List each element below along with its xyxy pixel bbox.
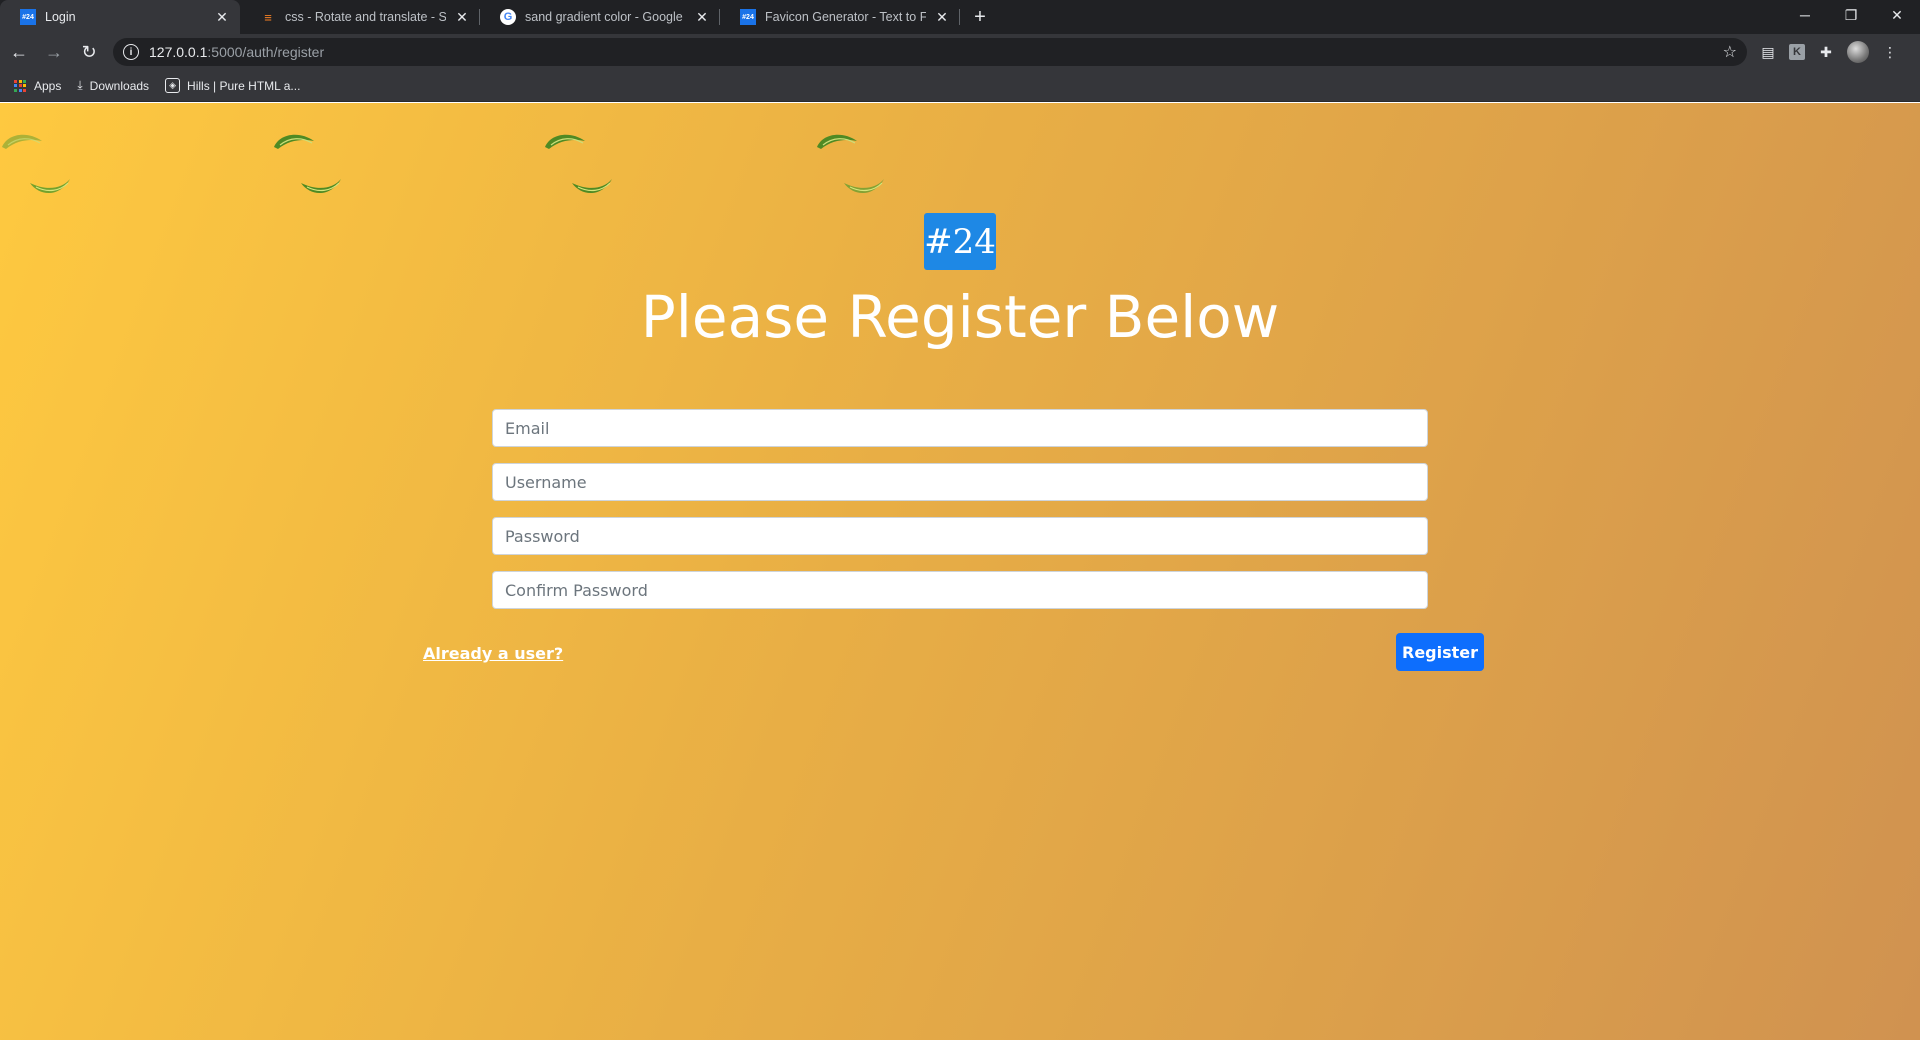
forward-arrow-icon[interactable]: →	[38, 36, 70, 68]
tab-title: Login	[45, 10, 76, 24]
hills-site-icon: ◈	[165, 78, 181, 93]
username-field[interactable]	[492, 463, 1428, 501]
leaf-decoration-icon	[2, 134, 42, 149]
reload-icon[interactable]: ↻	[73, 36, 105, 68]
bookmark-star-icon[interactable]: ☆	[1723, 42, 1737, 62]
tab-separator	[959, 9, 960, 25]
close-tab-icon[interactable]: ✕	[214, 9, 230, 26]
bookmark-label: Apps	[34, 78, 62, 93]
tab-title: sand gradient color - Google Sea	[525, 10, 686, 24]
google-icon: G	[500, 9, 516, 25]
bookmarks-bar: Apps ⤓ Downloads ◈ Hills | Pure HTML a..…	[0, 70, 1920, 102]
apps-grid-icon	[14, 79, 26, 92]
bookmark-downloads[interactable]: ⤓ Downloads	[77, 78, 149, 93]
page-title: Please Register Below	[640, 283, 1280, 351]
tab-title: css - Rotate and translate - Stack	[285, 10, 446, 24]
printer-extension-icon[interactable]: ▤	[1757, 41, 1779, 63]
restore-icon[interactable]: ❐	[1828, 0, 1874, 30]
leaf-decoration-icon	[30, 179, 70, 194]
url-host: 127.0.0.1	[149, 44, 208, 60]
confirm-password-field[interactable]	[492, 571, 1428, 609]
close-tab-icon[interactable]: ✕	[934, 9, 950, 26]
tab-title: Favicon Generator - Text to Favic	[765, 10, 926, 24]
site-logo: #24	[924, 213, 996, 270]
leaf-decoration-icon	[817, 134, 857, 149]
password-field[interactable]	[492, 517, 1428, 555]
leaf-decoration-icon	[301, 179, 341, 194]
tab-stackoverflow[interactable]: ≡ css - Rotate and translate - Stack ✕	[240, 0, 480, 34]
minimize-icon[interactable]: ─	[1782, 0, 1828, 30]
k-extension-icon[interactable]: K	[1789, 44, 1805, 60]
leaf-decoration-icon	[274, 134, 314, 149]
bookmark-label: Hills | Pure HTML a...	[187, 78, 301, 93]
kebab-menu-icon[interactable]: ⋮	[1879, 41, 1901, 63]
download-icon: ⤓	[77, 78, 83, 92]
already-a-user-link[interactable]: Already a user?	[423, 644, 563, 663]
browser-toolbar: ← → ↻ i 127.0.0.1:5000/auth/register ☆ ▤…	[0, 34, 1920, 70]
hash24-favicon-icon: #24	[740, 9, 756, 25]
new-tab-button[interactable]: +	[960, 0, 1000, 34]
puzzle-extensions-icon[interactable]: ✚	[1815, 41, 1837, 63]
bookmark-apps[interactable]: Apps	[14, 79, 61, 93]
url-path: :5000/auth/register	[207, 44, 325, 60]
close-tab-icon[interactable]: ✕	[694, 9, 710, 26]
email-field[interactable]	[492, 409, 1428, 447]
site-info-icon[interactable]: i	[123, 44, 139, 60]
tab-login[interactable]: #24 Login ✕	[0, 0, 240, 34]
stackoverflow-icon: ≡	[264, 9, 272, 25]
back-arrow-icon[interactable]: ←	[3, 36, 35, 68]
tab-strip: #24 Login ✕ ≡ css - Rotate and translate…	[0, 0, 1920, 34]
address-bar[interactable]: i 127.0.0.1:5000/auth/register ☆	[113, 38, 1747, 66]
extensions-area: ▤ K ✚ ⋮	[1757, 41, 1901, 63]
window-controls: ─ ❐ ✕	[1782, 0, 1920, 30]
tab-favicon-generator[interactable]: #24 Favicon Generator - Text to Favic ✕	[720, 0, 960, 34]
tab-google-search[interactable]: G sand gradient color - Google Sea ✕	[480, 0, 720, 34]
leaf-decoration-icon	[545, 134, 585, 149]
leaf-decoration-icon	[572, 179, 612, 194]
hash24-favicon-icon: #24	[20, 9, 36, 25]
register-button[interactable]: Register	[1396, 633, 1484, 671]
close-window-icon[interactable]: ✕	[1874, 0, 1920, 30]
profile-avatar[interactable]	[1847, 41, 1869, 63]
leaf-decoration-icon	[844, 179, 884, 194]
register-page: #24 Please Register Below Already a user…	[0, 103, 1920, 1040]
bookmark-label: Downloads	[89, 78, 150, 93]
close-tab-icon[interactable]: ✕	[454, 9, 470, 26]
bookmark-hills[interactable]: ◈ Hills | Pure HTML a...	[165, 78, 300, 93]
